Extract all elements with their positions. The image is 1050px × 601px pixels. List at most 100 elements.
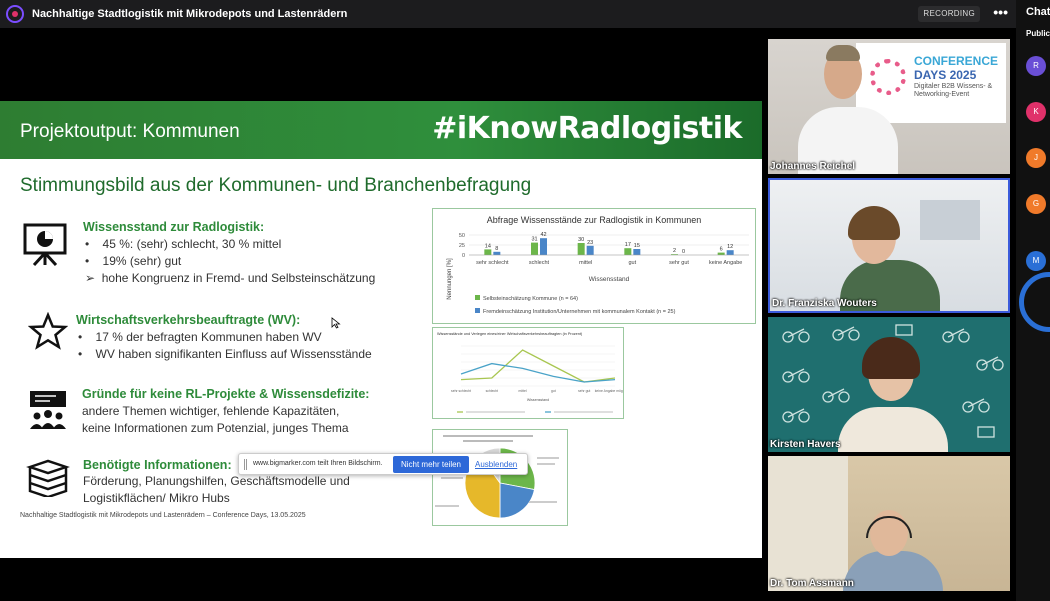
x-tick-label: sehr schlecht bbox=[451, 389, 471, 393]
shared-slide: Projektoutput: Kommunen #iKnowRadlogisti… bbox=[0, 101, 762, 558]
pie-slice bbox=[499, 482, 535, 519]
mouse-cursor-icon bbox=[331, 317, 341, 329]
line-chart-wv: Wissensstände und Verlegen eines/einer W… bbox=[432, 327, 635, 419]
tab-public[interactable]: Public bbox=[1026, 29, 1050, 38]
data-label: 2 bbox=[673, 248, 676, 254]
slide-title: Projektoutput: Kommunen bbox=[20, 121, 240, 142]
hide-button[interactable]: Ausblenden bbox=[475, 460, 517, 469]
participant-body bbox=[843, 551, 943, 591]
data-label: 6 bbox=[720, 247, 723, 253]
bar bbox=[624, 248, 632, 255]
legend-label: Fremdeinschätzung Institution/Unternehme… bbox=[483, 309, 676, 315]
pie-chart bbox=[432, 429, 568, 526]
x-tick-label: schlecht bbox=[529, 260, 550, 266]
avatar[interactable]: R bbox=[1026, 56, 1046, 76]
bar bbox=[484, 249, 492, 255]
presentation-chart-icon bbox=[23, 223, 67, 267]
bar bbox=[586, 245, 594, 255]
data-label: 12 bbox=[727, 244, 733, 250]
section-title-wv: Wirtschaftsverkehrsbeauftragte (WV): bbox=[76, 313, 301, 327]
bar bbox=[493, 251, 501, 255]
banner-line1: CONFERENCE bbox=[914, 54, 999, 68]
participant-name: Dr. Franziska Wouters bbox=[772, 298, 877, 309]
participant-hair bbox=[848, 206, 900, 240]
list-item: • 17 % der befragten Kommunen haben WV bbox=[78, 330, 322, 344]
video-tile-kirsten-havers[interactable]: Kirsten Havers bbox=[768, 317, 1010, 452]
drag-handle-icon[interactable] bbox=[244, 459, 247, 470]
x-tick-label: gut bbox=[629, 260, 637, 266]
conference-logo-icon bbox=[870, 59, 906, 95]
data-label: 17 bbox=[625, 242, 631, 248]
x-tick-label: schlecht bbox=[486, 389, 498, 393]
background-wall bbox=[768, 456, 848, 591]
bar bbox=[717, 252, 725, 255]
x-tick-label: mittel bbox=[519, 389, 527, 393]
y-tick-label: 25 bbox=[459, 243, 465, 249]
y-tick-label: 0 bbox=[462, 253, 465, 259]
legend-swatch bbox=[475, 308, 480, 313]
bar-chart-svg: Abfrage Wissensstände zur Radlogistik in… bbox=[447, 215, 749, 315]
avatar[interactable]: G bbox=[1026, 194, 1046, 214]
banner-line2: DAYS 2025 bbox=[914, 68, 977, 82]
chart-xlabel: Wissensstand bbox=[527, 398, 549, 402]
slide-footer: Nachhaltige Stadtlogistik mit Mikrodepot… bbox=[20, 512, 306, 519]
video-tile-franziska-wouters[interactable]: Dr. Franziska Wouters bbox=[768, 178, 1010, 313]
background-window bbox=[920, 200, 980, 240]
participant-name: Dr. Tom Assmann bbox=[770, 578, 854, 589]
data-label: 31 bbox=[531, 237, 537, 243]
data-label: 14 bbox=[485, 243, 491, 249]
books-icon bbox=[26, 459, 70, 497]
video-tile-johannes-reichel[interactable]: CONFERENCE DAYS 2025 Digitaler B2B Wisse… bbox=[768, 39, 1010, 174]
x-tick-label: gut bbox=[551, 389, 556, 393]
data-label: 30 bbox=[578, 237, 584, 243]
data-label: 15 bbox=[634, 243, 640, 249]
data-label: 23 bbox=[587, 240, 593, 246]
bar bbox=[540, 238, 547, 255]
presenter-group-icon bbox=[30, 391, 66, 429]
chart-title: Wissensstände und Verlegen eines/einer W… bbox=[437, 332, 583, 336]
legend-label: Selbsteinschätzung Kommune (n = 64) bbox=[483, 296, 578, 302]
stage: Projektoutput: Kommunen #iKnowRadlogisti… bbox=[0, 28, 1016, 601]
x-tick-label: keine Angabe bbox=[709, 260, 742, 266]
avatar[interactable]: J bbox=[1026, 148, 1046, 168]
x-tick-label: sehr gut bbox=[669, 260, 689, 266]
avatar[interactable]: K bbox=[1026, 102, 1046, 122]
list-item: • WV haben signifikanten Einfluss auf Wi… bbox=[78, 347, 372, 361]
legend-swatch bbox=[475, 295, 480, 300]
list-item: • 45 %: (sehr) schlecht, 30 % mittel bbox=[85, 237, 282, 251]
app-logo-icon bbox=[6, 5, 24, 23]
slide-hashtag: #iKnowRadlogistik bbox=[432, 111, 742, 146]
screen-share-notification: www.bigmarker.com teilt Ihren Bildschirm… bbox=[238, 453, 528, 475]
bar bbox=[633, 249, 641, 255]
recording-button[interactable]: RECORDING bbox=[918, 6, 980, 22]
stop-sharing-button[interactable]: Nicht mehr teilen bbox=[393, 456, 469, 473]
share-notification-text: www.bigmarker.com teilt Ihren Bildschirm… bbox=[253, 460, 383, 467]
video-tile-tom-assmann[interactable]: Dr. Tom Assmann bbox=[768, 456, 1010, 591]
x-tick-label: keine Angabe möglich/nein bbox=[595, 389, 623, 393]
conference-banner: CONFERENCE DAYS 2025 Digitaler B2B Wisse… bbox=[856, 43, 1006, 123]
chart-xlabel: Wissensstand bbox=[589, 276, 630, 283]
bar-chart-wissensstaende: Abfrage Wissensstände zur Radlogistik in… bbox=[432, 208, 756, 324]
star-icon bbox=[28, 312, 68, 350]
data-label: 0 bbox=[682, 249, 685, 255]
window-title: Nachhaltige Stadtlogistik mit Mikrodepot… bbox=[32, 8, 348, 20]
participant-name: Kirsten Havers bbox=[770, 439, 841, 450]
data-label: 8 bbox=[495, 246, 498, 252]
list-item: • 19% (sehr) gut bbox=[85, 254, 182, 268]
more-options-icon[interactable]: ••• bbox=[993, 4, 1008, 20]
participant-body bbox=[838, 407, 948, 452]
line-chart-svg: Wissensstände und Verlegen eines/einer W… bbox=[437, 332, 635, 413]
chart-ylabel: Nennungen [%] bbox=[447, 258, 453, 300]
x-tick-label: mittel bbox=[579, 260, 592, 266]
banner-sub: Digitaler B2B Wissens- & Networking-Even… bbox=[914, 83, 993, 98]
x-tick-label: sehr schlecht bbox=[476, 260, 509, 266]
y-tick-label: 50 bbox=[459, 233, 465, 239]
list-item: Förderung, Planungshilfen, Geschäftsmode… bbox=[83, 474, 350, 488]
x-tick-label: sehr gut bbox=[578, 389, 590, 393]
bar bbox=[577, 243, 585, 255]
section-title-informationen: Benötigte Informationen: bbox=[83, 458, 232, 472]
chart-title: Abfrage Wissensstände zur Radlogistik in… bbox=[487, 215, 702, 225]
chat-title: Chat bbox=[1026, 6, 1050, 18]
slide-heading: Stimmungsbild aus der Kommunen- und Bran… bbox=[20, 175, 532, 196]
avatar[interactable]: M bbox=[1026, 251, 1046, 271]
